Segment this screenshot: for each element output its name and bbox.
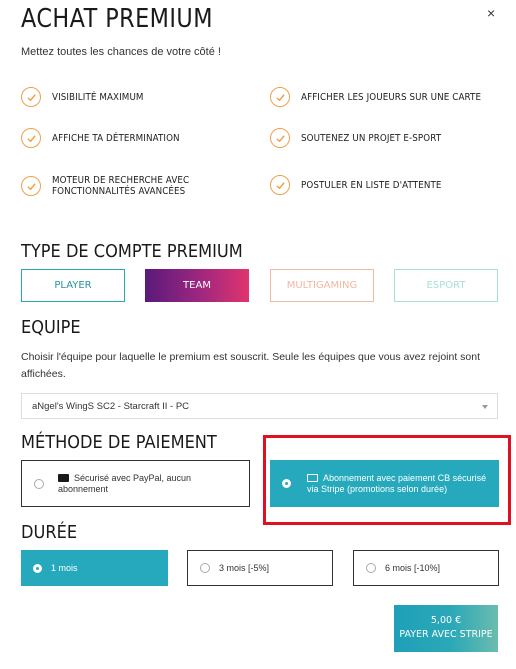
duration-label: 1 mois [51, 563, 78, 573]
paypal-label-line2: abonnement [58, 483, 109, 494]
credit-card-icon [307, 473, 318, 482]
stripe-option[interactable]: Abonnement avec paiement CB sécurisé via… [270, 460, 499, 507]
feature-item: MOTEUR DE RECHERCHE AVEC FONCTIONNALITÉS… [21, 175, 261, 197]
duration-option-3-months[interactable]: 3 mois [-5%] [187, 550, 333, 586]
feature-item: SOUTENEZ UN PROJET E-SPORT [270, 128, 510, 148]
chevron-down-icon [482, 405, 488, 409]
feature-item: AFFICHER LES JOUEURS SUR UNE CARTE [270, 87, 510, 107]
stripe-option-text: Abonnement avec paiement CB sécurisé via… [307, 473, 487, 495]
checkmark-icon [21, 87, 41, 107]
player-type-button[interactable]: PLAYER [21, 269, 125, 302]
paypal-radio[interactable] [34, 478, 44, 489]
feature-label-line: MOTEUR DE RECHERCHE AVEC [52, 175, 190, 186]
stripe-label-line1: Abonnement avec paiement CB sécurisé [323, 472, 487, 483]
checkmark-icon [270, 87, 290, 107]
duration-radio[interactable] [33, 563, 42, 573]
duration-label: 6 mois [-10%] [385, 563, 441, 573]
paypal-icon [58, 473, 69, 482]
feature-label: POSTULER EN LISTE D'ATTENTE [301, 179, 442, 191]
stripe-radio[interactable] [282, 479, 291, 488]
feature-label: AFFICHER LES JOUEURS SUR UNE CARTE [301, 91, 482, 103]
feature-label: SOUTENEZ UN PROJET E-SPORT [301, 132, 442, 144]
esport-type-button[interactable]: ESPORT [394, 269, 498, 302]
feature-label: AFFICHE TA DÉTERMINATION [52, 132, 180, 144]
page-title: ACHAT PREMIUM [21, 4, 213, 34]
duration-option-6-months[interactable]: 6 mois [-10%] [353, 550, 499, 586]
duration-option-1-month[interactable]: 1 mois [21, 550, 168, 586]
duration-radio[interactable] [366, 563, 376, 573]
checkmark-icon [21, 176, 41, 196]
account-type-title: TYPE DE COMPTE PREMIUM [21, 241, 243, 262]
team-description: Choisir l'équipe pour laquelle le premiu… [21, 351, 481, 380]
paypal-option-text: Sécurisé avec PayPal, aucun abonnement [58, 473, 223, 495]
feature-label-line: FONCTIONNALITÉS AVANCÉES [52, 186, 186, 197]
duration-title: DURÉE [21, 522, 78, 543]
feature-item: VISIBILITÉ MAXIMUM [21, 87, 261, 107]
paypal-label-line1: Sécurisé avec PayPal, aucun [74, 472, 192, 483]
duration-label: 3 mois [-5%] [219, 563, 270, 573]
duration-radio[interactable] [200, 563, 210, 573]
price-label: 5,00 € [430, 615, 462, 626]
pay-button-label: PAYER AVEC STRIPE [399, 629, 493, 640]
feature-item: POSTULER EN LISTE D'ATTENTE [270, 175, 510, 195]
team-select[interactable]: aNgel's WingS SC2 - Starcraft II - PC [21, 393, 498, 419]
team-section-title: EQUIPE [21, 317, 81, 338]
paypal-option[interactable]: Sécurisé avec PayPal, aucun abonnement [21, 460, 250, 507]
checkmark-icon [21, 128, 41, 148]
subtitle: Mettez toutes les chances de votre côté … [21, 46, 221, 58]
team-type-button[interactable]: TEAM [145, 269, 249, 302]
payment-method-title: MÉTHODE DE PAIEMENT [21, 432, 217, 453]
team-select-value: aNgel's WingS SC2 - Starcraft II - PC [32, 401, 190, 412]
feature-item: AFFICHE TA DÉTERMINATION [21, 128, 261, 148]
checkmark-icon [270, 128, 290, 148]
stripe-label-line2: via Stripe (promotions selon durée) [307, 483, 448, 494]
feature-label: MOTEUR DE RECHERCHE AVEC FONCTIONNALITÉS… [52, 175, 189, 197]
checkmark-icon [270, 175, 290, 195]
close-icon[interactable]: × [487, 6, 495, 20]
feature-label: VISIBILITÉ MAXIMUM [52, 91, 144, 103]
pay-with-stripe-button[interactable]: 5,00 € PAYER AVEC STRIPE [394, 605, 498, 652]
multigaming-type-button[interactable]: MULTIGAMING [270, 269, 374, 302]
